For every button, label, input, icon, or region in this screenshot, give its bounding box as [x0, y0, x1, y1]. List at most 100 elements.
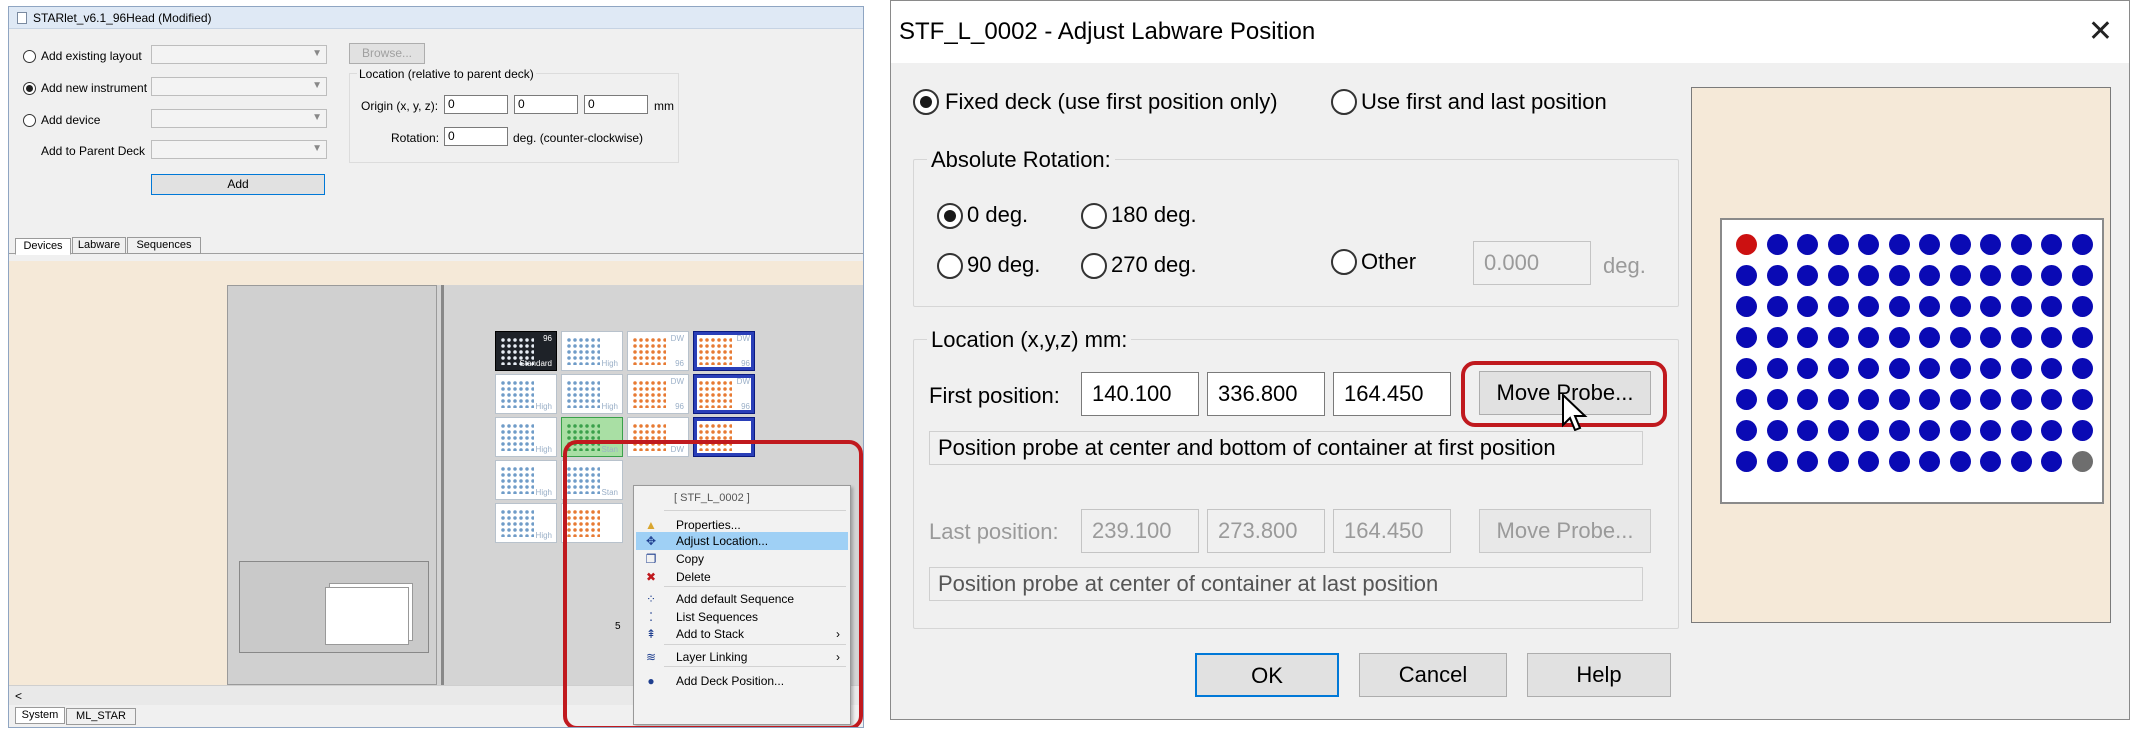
rot-90-radio[interactable]	[937, 253, 963, 279]
last-z-input[interactable]: 164.450	[1333, 509, 1451, 553]
plate-well	[2041, 451, 2062, 472]
plate-well	[1797, 420, 1818, 441]
plate-well	[2071, 327, 2093, 348]
labware-plate[interactable]: 96 DW	[693, 331, 755, 371]
plate-well	[2071, 389, 2093, 410]
adjust-labware-dialog: STF_L_0002 - Adjust Labware Position ✕ F…	[890, 0, 2130, 720]
plate-label: High	[601, 402, 618, 411]
plate-well	[1736, 358, 1757, 379]
help-button[interactable]: Help	[1527, 653, 1671, 697]
plate-well	[1858, 358, 1879, 379]
last-move-probe-button[interactable]: Move Probe...	[1479, 509, 1651, 553]
plate-well	[2071, 451, 2093, 472]
labware-plate[interactable]: 96 DW	[627, 374, 689, 414]
browse-button[interactable]: Browse...	[349, 43, 425, 64]
labware-plate[interactable]: 96 DW	[627, 331, 689, 371]
add-button[interactable]: Add	[151, 174, 325, 195]
plate-well	[1827, 234, 1849, 255]
chevron-down-icon: ▼	[312, 80, 322, 91]
origin-z-input[interactable]: 0	[584, 95, 648, 114]
plate-well	[2041, 358, 2062, 379]
rotation-label: Rotation:	[391, 131, 440, 145]
plate-well	[1827, 389, 1849, 410]
parent-deck-label: Add to Parent Deck	[41, 144, 146, 158]
tab-sequences[interactable]: Sequences	[127, 237, 201, 254]
plate-well	[1919, 265, 1940, 286]
tab-labware[interactable]: Labware	[72, 237, 126, 254]
close-icon[interactable]: ✕	[2088, 1, 2113, 63]
plate-label: 96	[741, 359, 750, 368]
plate-well	[1858, 327, 1879, 348]
plate-label: High	[535, 531, 552, 540]
plate-well	[1797, 265, 1818, 286]
plate-well	[1980, 234, 2001, 255]
plate-well	[1827, 358, 1849, 379]
plate-well	[1980, 389, 2001, 410]
add-existing-layout-label: Add existing layout	[41, 49, 142, 63]
first-last-radio[interactable]	[1331, 89, 1357, 115]
tab-ml-star[interactable]: ML_STAR	[66, 708, 136, 725]
labware-plate[interactable]: High	[561, 374, 623, 414]
first-y-input[interactable]: 336.800	[1207, 372, 1325, 416]
labware-plate[interactable]: Standard 96	[495, 331, 557, 371]
plate-well	[1949, 234, 1971, 255]
plate-well	[1827, 296, 1849, 317]
tip-stack-front	[325, 587, 409, 645]
tab-system[interactable]: System	[15, 707, 65, 724]
plate-well	[1949, 358, 1971, 379]
first-z-input[interactable]: 164.450	[1333, 372, 1451, 416]
labware-plate[interactable]: High	[561, 331, 623, 371]
parent-deck-combo[interactable]: ▼	[151, 140, 327, 159]
existing-layout-combo[interactable]: ▼	[151, 45, 327, 64]
first-last-label: Use first and last position	[1361, 89, 1607, 114]
labware-plate[interactable]: High	[495, 503, 557, 543]
fixed-deck-radio[interactable]	[913, 89, 939, 115]
plate-well	[1766, 451, 1788, 472]
labware-plate[interactable]: 96 DW	[693, 374, 755, 414]
plate-well	[1858, 420, 1879, 441]
tab-devices[interactable]: Devices	[15, 238, 71, 255]
ok-button[interactable]: OK	[1195, 653, 1339, 697]
last-position-label: Last position:	[929, 519, 1059, 544]
plate-label: High	[535, 488, 552, 497]
labware-plate[interactable]: High	[495, 417, 557, 457]
origin-y-input[interactable]: 0	[514, 95, 578, 114]
fixed-deck-label: Fixed deck (use first position only)	[945, 89, 1278, 114]
plate-wells-icon	[632, 380, 666, 408]
rotation-input[interactable]: 0	[444, 127, 508, 146]
scroll-left-icon[interactable]: <	[15, 689, 22, 703]
plate-well	[1766, 327, 1788, 348]
cancel-button[interactable]: Cancel	[1359, 653, 1507, 697]
plate-well	[2041, 327, 2062, 348]
add-new-instrument-radio[interactable]	[23, 82, 36, 95]
plate-well	[1919, 451, 1940, 472]
instrument-combo[interactable]: ▼	[151, 77, 327, 96]
labware-plate[interactable]: High	[495, 374, 557, 414]
rot-other-input[interactable]: 0.000	[1473, 241, 1591, 285]
last-y-input[interactable]: 273.800	[1207, 509, 1325, 553]
deck-rail	[441, 285, 444, 685]
plate-well	[1888, 451, 1910, 472]
rot-other-unit: deg.	[1603, 253, 1646, 278]
plate-well	[1949, 296, 1971, 317]
plate-label-top: DW	[736, 377, 750, 386]
plate-preview-panel	[1691, 87, 2111, 623]
first-x-input[interactable]: 140.100	[1081, 372, 1199, 416]
device-combo[interactable]: ▼	[151, 109, 327, 128]
origin-x-input[interactable]: 0	[444, 95, 508, 114]
rot-270-radio[interactable]	[1081, 253, 1107, 279]
rotation-group-label: Absolute Rotation:	[927, 147, 1115, 173]
add-device-label: Add device	[41, 113, 101, 127]
labware-plate[interactable]: High	[495, 460, 557, 500]
plate-wells-icon	[500, 423, 534, 451]
add-device-radio[interactable]	[23, 114, 36, 127]
plate-well	[2010, 265, 2032, 286]
rot-0-radio[interactable]	[937, 203, 963, 229]
plate-well	[2010, 296, 2032, 317]
last-x-input[interactable]: 239.100	[1081, 509, 1199, 553]
plate-well	[1736, 265, 1757, 286]
window-title: STARlet_v6.1_96Head (Modified)	[33, 11, 212, 25]
rot-180-radio[interactable]	[1081, 203, 1107, 229]
add-existing-layout-radio[interactable]	[23, 50, 36, 63]
rot-other-radio[interactable]	[1331, 249, 1357, 275]
